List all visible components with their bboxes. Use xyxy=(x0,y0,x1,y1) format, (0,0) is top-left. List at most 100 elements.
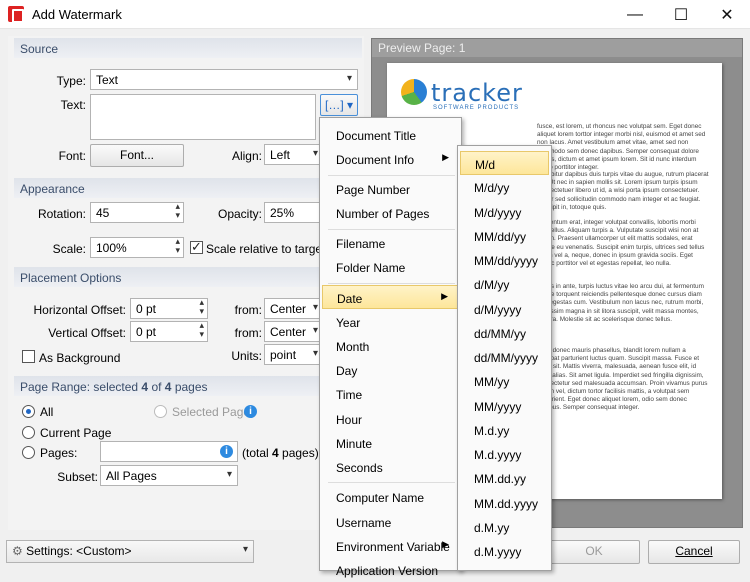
current-page-label: Current Page xyxy=(40,426,112,440)
v-from-select[interactable]: Center xyxy=(264,321,324,342)
date-format-item[interactable]: MM/yy xyxy=(460,369,549,393)
current-page-radio[interactable] xyxy=(22,426,35,439)
date-format-item[interactable]: d/M/yyyy xyxy=(460,297,549,321)
all-pages-label: All xyxy=(40,405,54,419)
type-label: Type: xyxy=(56,74,86,88)
date-format-menu: M/d M/d/yy M/d/yyyy MM/dd/yy MM/dd/yyyy … xyxy=(457,145,552,571)
menu-item-day[interactable]: Day xyxy=(322,358,459,382)
menu-item-document-info[interactable]: Document Info ▶ xyxy=(322,147,459,171)
text-input[interactable] xyxy=(90,94,316,140)
insert-macro-button[interactable]: […] ▾ xyxy=(320,94,358,116)
menu-item-document-title[interactable]: Document Title xyxy=(322,123,459,147)
macro-icon: […] xyxy=(324,98,344,112)
date-format-item[interactable]: M/d xyxy=(460,151,549,175)
subset-select[interactable]: All Pages xyxy=(100,465,238,486)
rotation-spinner[interactable]: 45 xyxy=(90,202,184,223)
vertical-offset-spinner[interactable]: 0 pt xyxy=(130,321,208,342)
date-format-item[interactable]: MM.dd.yyyy xyxy=(460,491,549,515)
pages-info-icon[interactable]: i xyxy=(220,445,233,458)
menu-item-seconds[interactable]: Seconds xyxy=(322,455,459,479)
date-format-item[interactable]: d.M.yyyy xyxy=(460,539,549,563)
menu-item-page-number[interactable]: Page Number xyxy=(322,177,459,201)
pages-input[interactable] xyxy=(100,441,238,462)
date-format-item[interactable]: d.M.yy xyxy=(460,515,549,539)
app-icon xyxy=(8,6,24,23)
date-format-item[interactable]: M/d/yy xyxy=(460,175,549,199)
menu-item-computer-name[interactable]: Computer Name xyxy=(322,485,459,509)
logo-subtext: SOFTWARE PRODUCTS xyxy=(433,105,520,111)
scale-label: Scale: xyxy=(52,242,86,256)
menu-item-filename[interactable]: Filename xyxy=(322,231,459,255)
date-format-item[interactable]: MM.dd.yy xyxy=(460,466,549,490)
align-label: Align: xyxy=(231,149,262,163)
selected-pages-radio[interactable] xyxy=(154,405,167,418)
date-format-item[interactable]: MM/dd/yyyy xyxy=(460,248,549,272)
ok-button[interactable]: OK xyxy=(548,540,640,564)
preview-paragraph: fermentum erat, integer volutpat convall… xyxy=(537,219,705,268)
date-format-item[interactable]: M/d/yyyy xyxy=(460,200,549,224)
menu-item-label: Date xyxy=(337,292,363,306)
date-format-item[interactable]: MM/yyyy xyxy=(460,394,549,418)
preview-title: Preview Page: 1 xyxy=(372,39,742,57)
total-pre: (total xyxy=(242,446,273,460)
menu-item-label: Document Info xyxy=(336,153,415,167)
date-format-item[interactable]: d/M/yy xyxy=(460,272,549,296)
appearance-header: Appearance xyxy=(14,178,362,198)
date-format-item[interactable]: dd/MM/yy xyxy=(460,321,549,345)
align-select[interactable]: Left xyxy=(264,144,324,165)
units-select[interactable]: point xyxy=(264,344,324,365)
date-format-item[interactable]: M.d.yyyy xyxy=(460,442,549,466)
menu-item-username[interactable]: Username xyxy=(322,510,459,534)
preview-paragraph: enim donec mauris phasellus, blandit lor… xyxy=(537,347,708,412)
title-bar: Add Watermark — ☐ ✕ xyxy=(0,0,750,29)
source-header: Source xyxy=(14,38,362,58)
font-button[interactable]: Font... xyxy=(90,144,184,167)
scale-spinner[interactable]: 100% xyxy=(90,237,184,258)
menu-item-number-of-pages[interactable]: Number of Pages xyxy=(322,201,459,225)
total-num: 4 xyxy=(272,446,279,460)
pages-label: Pages: xyxy=(40,446,78,460)
menu-item-month[interactable]: Month xyxy=(322,334,459,358)
as-background-checkbox[interactable] xyxy=(22,350,35,363)
menu-item-label: Environment Variable xyxy=(336,540,450,554)
menu-item-folder-name[interactable]: Folder Name xyxy=(322,255,459,279)
page-range-header: Page Range: selected 4 of 4 pages xyxy=(14,376,362,396)
menu-item-minute[interactable]: Minute xyxy=(322,431,459,455)
font-label: Font: xyxy=(58,149,86,163)
date-format-item[interactable]: MM/dd/yy xyxy=(460,224,549,248)
close-button[interactable]: ✕ xyxy=(704,0,750,29)
h-from-select[interactable]: Center xyxy=(264,298,324,319)
date-format-item[interactable]: M.d.yy xyxy=(460,418,549,442)
cancel-button[interactable]: Cancel xyxy=(648,540,740,564)
range-mid: of xyxy=(148,380,165,394)
settings-select[interactable]: ⚙ Settings: <Custom> xyxy=(6,540,254,563)
v-from-label: from: xyxy=(234,326,262,340)
logo-text: tracker xyxy=(431,79,523,107)
horizontal-offset-spinner[interactable]: 0 pt xyxy=(130,298,208,319)
menu-separator xyxy=(328,283,455,284)
menu-item-date[interactable]: Date ▶ xyxy=(322,285,459,309)
menu-item-application-version[interactable]: Application Version xyxy=(322,558,459,582)
total-post: pages) xyxy=(278,446,319,460)
all-pages-radio[interactable] xyxy=(22,405,35,418)
info-icon: i xyxy=(244,405,257,418)
settings-panel: Source Type: Text Text: […] ▾ Font: Font… xyxy=(8,36,364,530)
scale-relative-checkbox[interactable] xyxy=(190,239,203,255)
menu-item-year[interactable]: Year xyxy=(322,310,459,334)
menu-item-time[interactable]: Time xyxy=(322,382,459,406)
menu-item-environment-variable[interactable]: Environment Variable ▶ xyxy=(322,534,459,558)
macro-menu: Document Title Document Info ▶ Page Numbe… xyxy=(319,117,462,578)
window-title: Add Watermark xyxy=(32,6,122,22)
opacity-label: Opacity: xyxy=(217,207,262,221)
opacity-spinner[interactable]: 25% xyxy=(264,202,324,223)
menu-separator xyxy=(328,175,455,176)
settings-label: Settings: xyxy=(26,544,73,558)
date-format-item[interactable]: dd/MM/yyyy xyxy=(460,345,549,369)
pages-radio[interactable] xyxy=(22,446,35,459)
maximize-button[interactable]: ☐ xyxy=(658,0,704,29)
horizontal-offset-label: Horizontal Offset: xyxy=(33,303,126,317)
minimize-button[interactable]: — xyxy=(612,0,658,29)
gear-icon: ⚙ xyxy=(12,544,23,558)
menu-item-hour[interactable]: Hour xyxy=(322,407,459,431)
type-select[interactable]: Text xyxy=(90,69,358,90)
